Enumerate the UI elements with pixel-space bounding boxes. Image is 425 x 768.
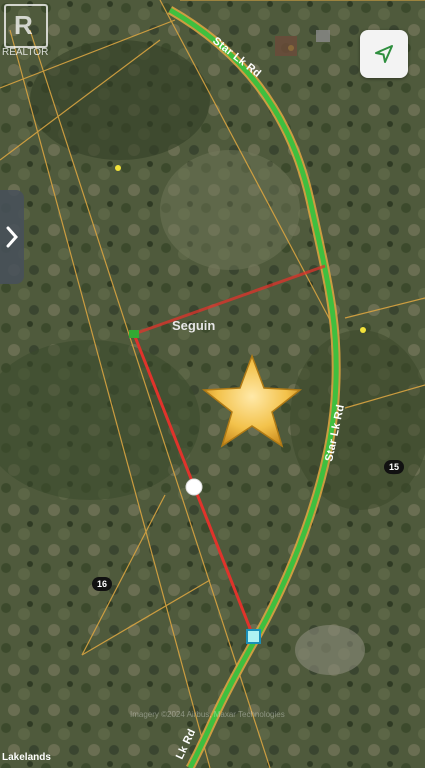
house-marker [360, 327, 366, 333]
rock-clearing [295, 625, 365, 675]
realtor-logo: R REALTOR [0, 0, 50, 60]
building [275, 36, 297, 56]
measure-start-handle[interactable] [129, 330, 139, 338]
locate-me-button[interactable] [360, 30, 408, 78]
attribution-brand: Lakelands [2, 752, 51, 763]
realtor-logo-mark: R [4, 4, 48, 48]
navigation-arrow-icon [375, 45, 393, 63]
open-field [160, 150, 300, 270]
realtor-logo-word: REALTOR [2, 47, 49, 58]
measure-end-handle[interactable] [246, 629, 261, 644]
area-label: Seguin [172, 318, 215, 333]
satellite-map[interactable]: Star Lk Rd Star Lk Rd Lk Rd Seguin 15 16… [0, 0, 425, 768]
chevron-right-icon [6, 226, 18, 248]
building [316, 30, 330, 42]
dense-forest-patch [30, 40, 210, 160]
attribution-copyright: Imagery ©2024 Airbus, Maxar Technologies [130, 710, 285, 719]
house-marker [115, 165, 121, 171]
map-attribution: Lakelands Imagery ©2024 Airbus, Maxar Te… [0, 710, 425, 768]
lot-number-badge: 15 [384, 460, 404, 474]
side-panel-toggle[interactable] [0, 190, 24, 284]
map-canvas[interactable]: Star Lk Rd Star Lk Rd Lk Rd Seguin [0, 0, 425, 768]
dense-forest-patch [290, 330, 425, 510]
drag-point[interactable] [185, 478, 203, 496]
lot-number-badge: 16 [92, 577, 112, 591]
